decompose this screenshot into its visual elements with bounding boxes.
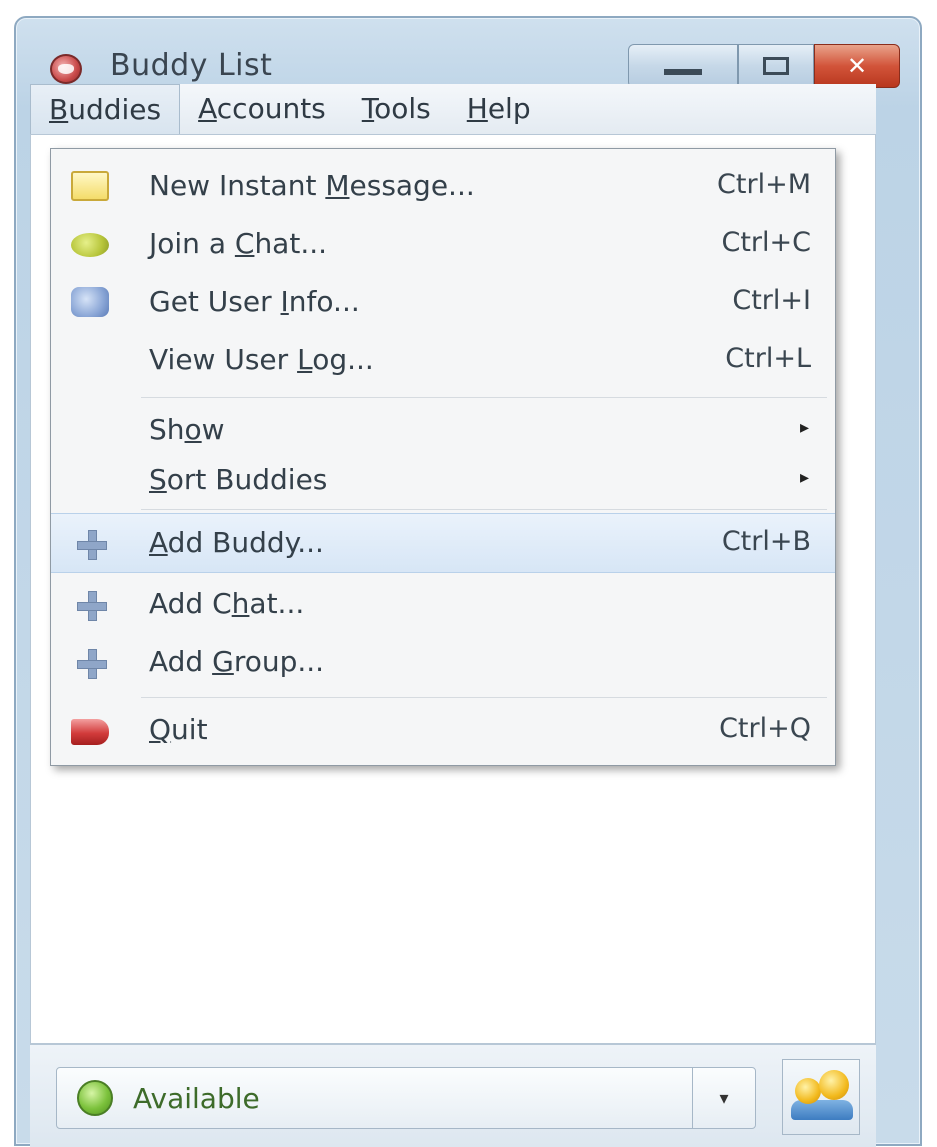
close-icon: ✕	[846, 52, 868, 80]
menu-item-sort-buddies[interactable]: Sort Buddies ▸	[51, 451, 835, 511]
menu-separator	[141, 697, 827, 698]
menu-item-new-instant-message[interactable]: New Instant Message... Ctrl+M	[51, 157, 835, 217]
submenu-arrow-icon: ▸	[799, 467, 809, 488]
menu-accounts[interactable]: Accounts	[180, 84, 344, 134]
menu-item-quit[interactable]: Quit Ctrl+Q	[51, 701, 835, 761]
quit-icon	[71, 719, 109, 745]
menu-item-shortcut: Ctrl+C	[721, 227, 811, 258]
menu-item-label: Join a Chat...	[149, 227, 328, 260]
menu-tools[interactable]: Tools	[344, 84, 449, 134]
buddy-icon-head-right	[819, 1070, 849, 1100]
menu-item-label: Show	[149, 413, 225, 446]
chevron-down-icon: ▾	[719, 1087, 729, 1109]
available-status-icon	[77, 1080, 113, 1116]
buddies-dropdown-menu: New Instant Message... Ctrl+M Join a Cha…	[50, 148, 836, 766]
add-icon	[77, 649, 107, 679]
buddy-icon-button[interactable]	[782, 1059, 860, 1135]
add-icon	[77, 530, 107, 560]
menu-item-add-chat[interactable]: Add Chat...	[51, 575, 835, 635]
menu-item-label: View User Log...	[149, 343, 374, 376]
add-icon	[77, 591, 107, 621]
menu-item-shortcut: Ctrl+Q	[719, 713, 811, 744]
menu-item-add-group[interactable]: Add Group...	[51, 633, 835, 693]
menu-item-label: New Instant Message...	[149, 169, 475, 202]
close-button[interactable]: ✕	[814, 44, 900, 88]
join-chat-icon	[71, 233, 109, 257]
menu-item-label: Get User Info...	[149, 285, 360, 318]
menu-item-shortcut: Ctrl+B	[721, 526, 811, 557]
buddy-icon-head-left	[795, 1078, 821, 1104]
status-selector[interactable]: Available ▾	[56, 1067, 756, 1129]
menu-item-label: Add Chat...	[149, 587, 305, 620]
status-label: Available	[133, 1082, 260, 1115]
user-info-icon	[71, 287, 109, 317]
minimize-button[interactable]	[628, 44, 738, 88]
menu-item-shortcut: Ctrl+I	[732, 285, 811, 316]
window-title: Buddy List	[110, 48, 273, 83]
menu-item-label: Add Buddy...	[149, 526, 324, 559]
pidgin-app-icon[interactable]	[50, 54, 82, 84]
menu-item-get-user-info[interactable]: Get User Info... Ctrl+I	[51, 273, 835, 333]
menu-item-join-chat[interactable]: Join a Chat... Ctrl+C	[51, 215, 835, 275]
menu-separator	[141, 397, 827, 398]
maximize-icon	[763, 57, 789, 75]
menu-item-label: Quit	[149, 713, 208, 746]
new-message-icon	[71, 171, 109, 201]
menu-item-shortcut: Ctrl+M	[717, 169, 811, 200]
status-dropdown-button[interactable]: ▾	[692, 1068, 755, 1128]
menu-item-label: Sort Buddies	[149, 463, 328, 496]
menu-separator	[141, 509, 827, 510]
menu-item-view-user-log[interactable]: View User Log... Ctrl+L	[51, 331, 835, 391]
menu-item-add-buddy[interactable]: Add Buddy... Ctrl+B	[51, 513, 835, 573]
minimize-icon	[664, 69, 702, 75]
maximize-button[interactable]	[738, 44, 814, 88]
menu-item-label: Add Group...	[149, 645, 325, 678]
menu-item-shortcut: Ctrl+L	[725, 343, 811, 374]
menu-buddies[interactable]: Buddies	[30, 84, 181, 134]
submenu-arrow-icon: ▸	[799, 417, 809, 438]
buddy-icon-body	[791, 1100, 853, 1120]
status-bar: Available ▾	[30, 1044, 876, 1147]
menu-bar: Buddies Accounts Tools Help	[30, 84, 876, 135]
menu-help[interactable]: Help	[449, 84, 549, 134]
